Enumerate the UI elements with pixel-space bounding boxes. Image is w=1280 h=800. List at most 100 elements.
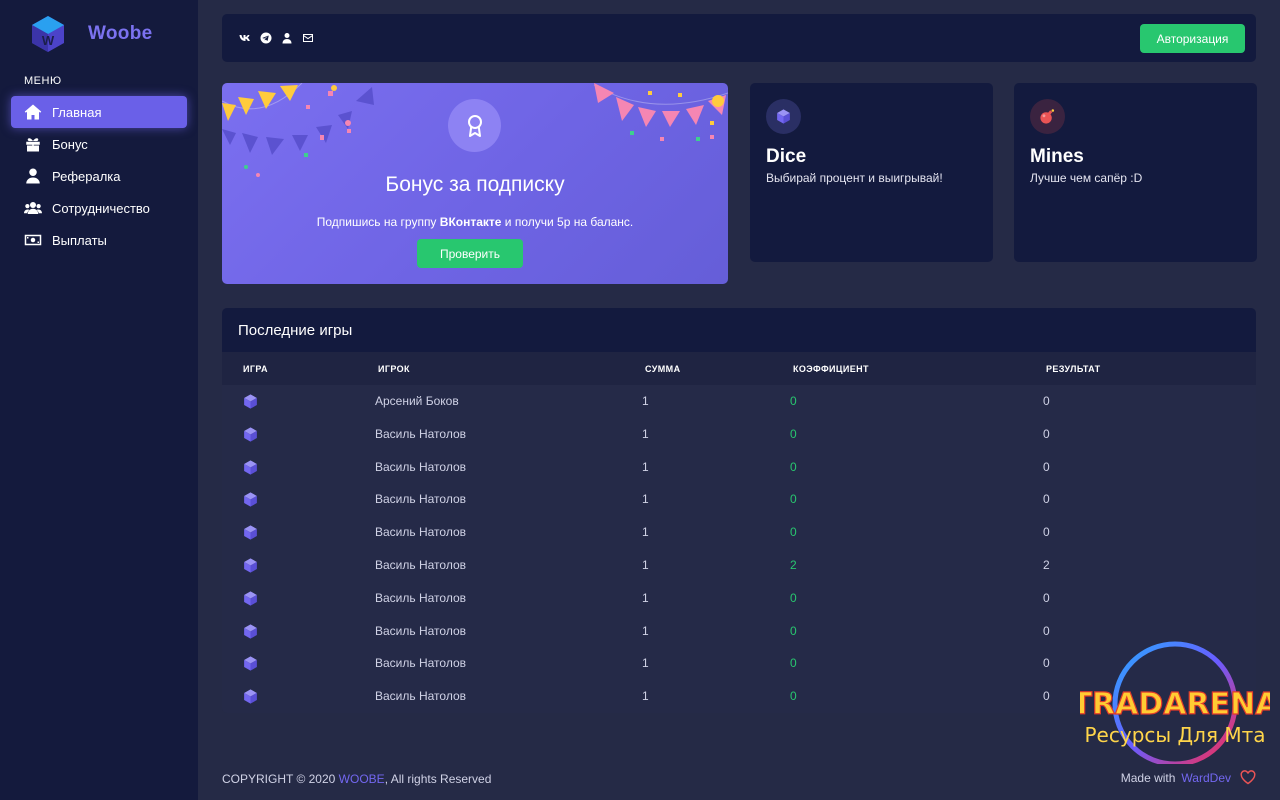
game-card-dice[interactable]: Dice Выбирай процент и выигрывай! [750,83,993,262]
telegram-icon[interactable] [259,31,272,44]
sidebar-menu: Главная Бонус Рефералка Сотрудничество В… [11,96,187,256]
sidebar-item-home[interactable]: Главная [11,96,187,128]
bonus-title: Бонус за подписку [385,173,565,196]
sidebar-item-partnership[interactable]: Сотрудничество [11,192,187,224]
social-links [238,31,314,44]
player-name: Василь Натолов [375,590,467,605]
bet-sum: 1 [642,689,649,704]
result: 0 [1043,656,1050,671]
recent-games-header: Последние игры [222,308,1256,352]
sidebar-item-label: Выплаты [52,232,107,248]
check-button[interactable]: Проверить [417,239,523,268]
player-name: Василь Натолов [375,492,467,507]
topbar: Авторизация [222,14,1256,62]
table-row[interactable]: Арсений Боков 1 0 0 [222,385,1256,418]
award-icon [467,114,482,137]
bonus-description: Подпишись на группу ВКонтакте и получи 5… [316,215,634,229]
coefficient: 0 [790,525,797,540]
heart-icon [1240,770,1256,785]
cube-icon [242,459,259,476]
made-with-text: Made with [1120,770,1176,785]
coefficient: 0 [790,590,797,605]
table-row[interactable]: Василь Натолов 1 0 0 [222,516,1256,549]
user-icon [23,166,43,186]
bet-sum: 1 [642,656,649,671]
player-name: Василь Натолов [375,656,467,671]
sidebar-item-bonus[interactable]: Бонус [11,128,187,160]
player-name: Василь Натолов [375,623,467,638]
cube-icon [242,491,259,508]
table-row[interactable]: Василь Натолов 1 0 0 [222,418,1256,451]
menu-title: МЕНЮ [24,75,62,87]
table-row[interactable]: Василь Натолов 1 0 0 [222,483,1256,516]
player-name: Василь Натолов [375,525,467,540]
column-header-player: ИГРОК [378,364,410,374]
dev-link[interactable]: WardDev [1181,771,1231,785]
coefficient: 0 [790,623,797,638]
bet-sum: 1 [642,590,649,605]
sidebar: W Woobe МЕНЮ Главная Бонус Рефералка Сот… [0,0,198,800]
vk-icon[interactable] [238,31,251,44]
player-name: Василь Натолов [375,557,467,572]
sidebar-item-label: Главная [52,104,102,120]
table-row[interactable]: Василь Натолов 1 0 0 [222,582,1256,615]
woobe-logo-icon: W [32,16,64,52]
game-card-mines[interactable]: Mines Лучше чем сапёр :D [1014,83,1257,262]
result: 0 [1043,623,1050,638]
vk-group-name: ВКонтакте [439,215,502,229]
game-title: Dice [766,146,807,167]
result: 2 [1043,557,1050,572]
cube-icon [242,393,259,410]
bet-sum: 1 [642,557,649,572]
coefficient: 0 [790,656,797,671]
player-name: Василь Натолов [375,426,467,441]
player-name: Василь Натолов [375,689,467,704]
coefficient: 0 [790,394,797,408]
brand-name: Woobe [88,23,153,44]
coefficient: 2 [790,557,797,572]
money-icon [23,230,43,250]
coefficient: 0 [790,426,797,441]
bomb-icon [1030,99,1065,134]
sidebar-item-label: Рефералка [52,168,121,184]
bet-sum: 1 [642,623,649,638]
recent-games-title: Последние игры [238,321,353,339]
result: 0 [1043,426,1050,441]
table-row[interactable]: Василь Натолов 1 0 0 [222,451,1256,484]
coefficient: 0 [790,689,797,704]
home-icon [23,102,43,122]
game-description: Лучше чем сапёр :D [1030,171,1143,185]
cube-icon [242,426,259,443]
result: 0 [1043,492,1050,507]
sidebar-item-label: Бонус [52,136,88,152]
svg-text:W: W [42,33,55,48]
sidebar-item-payouts[interactable]: Выплаты [11,224,187,256]
sidebar-item-referral[interactable]: Рефералка [11,160,187,192]
bonus-card: Бонус за подписку Подпишись на группу ВК… [222,83,728,284]
auth-button[interactable]: Авторизация [1140,24,1245,53]
result: 0 [1043,590,1050,605]
coefficient: 0 [790,459,797,474]
footer-copyright: COPYRIGHT © 2020 WOOBE, All rights Reser… [222,772,492,786]
sidebar-item-label: Сотрудничество [52,200,150,216]
result: 0 [1043,525,1050,540]
coefficient: 0 [790,492,797,507]
bet-sum: 1 [642,394,649,408]
brand[interactable]: W Woobe [30,15,152,53]
column-header-sum: СУММА [645,364,681,374]
bet-sum: 1 [642,459,649,474]
cube-icon [242,590,259,607]
cube-icon [242,623,259,640]
svg-text:Ресурсы Для Мта: Ресурсы Для Мта [1085,723,1266,747]
table-row[interactable]: Василь Натолов 1 2 2 [222,549,1256,582]
user-icon[interactable] [280,31,293,44]
footer-brand-link[interactable]: WOOBE [339,772,385,786]
game-title: Mines [1030,146,1084,167]
gift-icon [23,134,43,154]
result: 0 [1043,394,1050,408]
mail-icon[interactable] [301,31,314,44]
player-name: Василь Натолов [375,459,467,474]
users-icon [23,198,43,218]
column-header-game: ИГРА [243,364,268,374]
table-header-row: ИГРА ИГРОК СУММА КОЭФФИЦИЕНТ РЕЗУЛЬТАТ [222,352,1256,385]
